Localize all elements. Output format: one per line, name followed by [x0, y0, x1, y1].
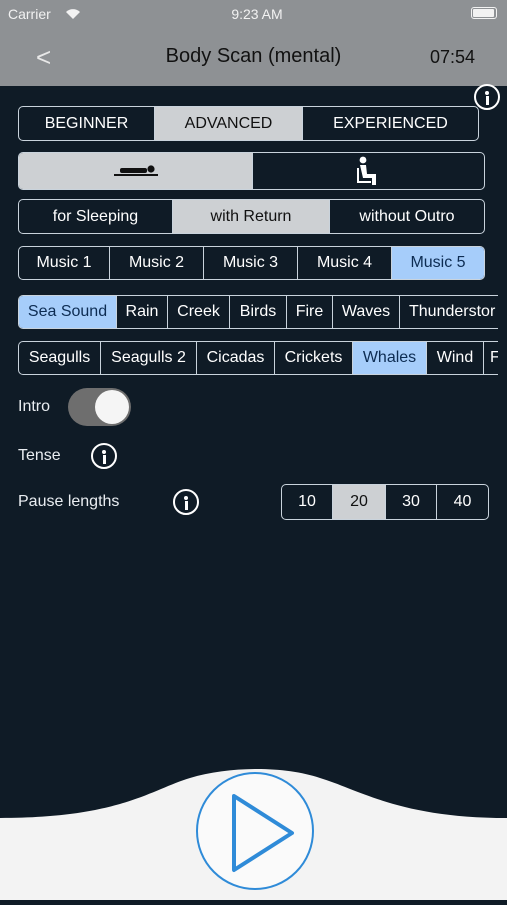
- wifi-icon: [63, 6, 83, 20]
- info-icon[interactable]: [173, 489, 199, 515]
- tab-music-2[interactable]: Music 2: [110, 247, 204, 279]
- sound-thunderstorm[interactable]: Thunderstor: [400, 296, 498, 328]
- tab-music-1[interactable]: Music 1: [19, 247, 110, 279]
- play-icon: [232, 794, 294, 872]
- pause-10[interactable]: 10: [282, 485, 333, 519]
- sound-creek[interactable]: Creek: [168, 296, 230, 328]
- tab-with-return[interactable]: with Return: [173, 200, 330, 233]
- carrier-label: Carrier: [8, 6, 51, 22]
- info-icon[interactable]: [91, 443, 117, 469]
- sound-selector-row-2[interactable]: Seagulls Seagulls 2 Cicadas Crickets Wha…: [18, 341, 498, 375]
- battery-icon: [471, 7, 497, 19]
- sitting-icon: [356, 156, 376, 185]
- toggle-knob: [95, 390, 129, 424]
- sound-partial[interactable]: F: [484, 342, 498, 374]
- sound-seagulls-2[interactable]: Seagulls 2: [101, 342, 197, 374]
- tab-advanced[interactable]: ADVANCED: [155, 107, 303, 140]
- level-selector: BEGINNER ADVANCED EXPERIENCED: [18, 106, 479, 141]
- sound-whales[interactable]: Whales: [353, 342, 427, 374]
- sound-seagulls[interactable]: Seagulls: [19, 342, 101, 374]
- tab-music-3[interactable]: Music 3: [204, 247, 298, 279]
- status-time: 9:23 AM: [231, 6, 283, 22]
- session-timer: 07:54: [430, 47, 476, 67]
- pause-length-selector: 10 20 30 40: [281, 484, 489, 520]
- tab-experienced[interactable]: EXPERIENCED: [303, 107, 478, 140]
- pause-20[interactable]: 20: [333, 485, 386, 519]
- sound-wind[interactable]: Wind: [427, 342, 484, 374]
- pause-lengths-label: Pause lengths: [18, 493, 120, 510]
- sound-selector-row-1[interactable]: Sea Sound Rain Creek Birds Fire Waves Th…: [18, 295, 498, 329]
- tense-label: Tense: [18, 447, 61, 464]
- sound-cicadas[interactable]: Cicadas: [197, 342, 275, 374]
- intro-label: Intro: [18, 398, 51, 415]
- sound-rain[interactable]: Rain: [117, 296, 168, 328]
- tab-for-sleeping[interactable]: for Sleeping: [19, 200, 173, 233]
- pause-30[interactable]: 30: [386, 485, 437, 519]
- tab-without-outro[interactable]: without Outro: [330, 200, 484, 233]
- info-icon[interactable]: [474, 84, 500, 110]
- play-button[interactable]: [196, 772, 314, 890]
- sound-fire[interactable]: Fire: [287, 296, 333, 328]
- sound-birds[interactable]: Birds: [230, 296, 287, 328]
- mode-selector: for Sleeping with Return without Outro: [18, 199, 485, 234]
- music-selector: Music 1 Music 2 Music 3 Music 4 Music 5: [18, 246, 485, 280]
- lying-down-icon: [113, 165, 158, 176]
- page-title: Body Scan (mental): [165, 45, 342, 67]
- sound-crickets[interactable]: Crickets: [275, 342, 353, 374]
- option-sitting[interactable]: [253, 153, 484, 189]
- tab-beginner[interactable]: BEGINNER: [19, 107, 155, 140]
- intro-toggle[interactable]: [68, 388, 131, 426]
- option-lying[interactable]: [19, 153, 253, 189]
- sound-waves[interactable]: Waves: [333, 296, 400, 328]
- back-button[interactable]: <: [36, 40, 64, 74]
- pause-40[interactable]: 40: [437, 485, 488, 519]
- tab-music-5[interactable]: Music 5: [392, 247, 484, 279]
- tab-music-4[interactable]: Music 4: [298, 247, 392, 279]
- sound-sea-sound[interactable]: Sea Sound: [19, 296, 117, 328]
- position-selector: [18, 152, 485, 190]
